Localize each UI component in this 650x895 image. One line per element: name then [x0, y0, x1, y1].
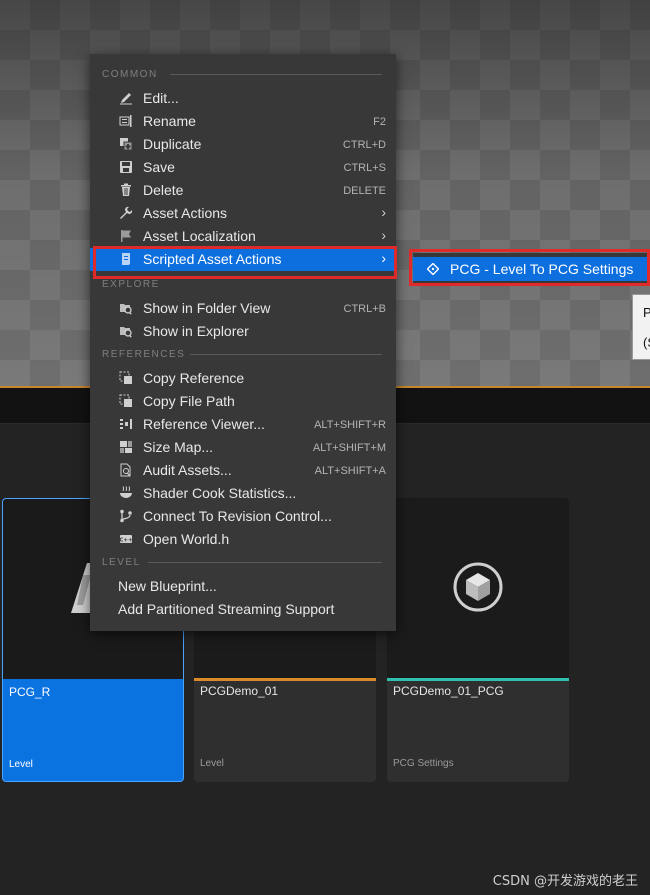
shortcut-label: ALT+SHIFT+M: [312, 442, 386, 454]
menu-item-asset-localization[interactable]: Asset Localization ›: [90, 225, 396, 248]
section-header-references: REFERENCES: [102, 349, 186, 360]
menu-item-label: Save: [143, 159, 175, 175]
annotation-highlight-submenu-item: [409, 249, 650, 286]
asset-thumbnail: [387, 498, 569, 678]
menu-item-label: Audit Assets...: [143, 462, 232, 478]
section-header-common: COMMON: [102, 69, 158, 80]
menu-item-label: Size Map...: [143, 439, 214, 455]
section-divider: [190, 354, 382, 355]
menu-item-label: Show in Explorer: [143, 323, 249, 339]
annotation-highlight-menu-item: [93, 246, 397, 279]
menu-item-label: Edit...: [143, 90, 179, 106]
menu-item-label: Add Partitioned Streaming Support: [118, 601, 335, 617]
menu-item-label: Asset Actions: [143, 205, 228, 221]
menu-item-edit[interactable]: Edit...: [90, 87, 396, 110]
copy-path-icon: [119, 394, 132, 407]
menu-item-label: Reference Viewer...: [143, 416, 265, 432]
menu-item-open-world-h[interactable]: C++ Open World.h: [90, 528, 396, 551]
watermark: CSDN @开发游戏的老王: [492, 874, 638, 889]
menu-item-duplicate[interactable]: Duplicate CTRL+D: [90, 133, 396, 156]
asset-name: PCG_R: [9, 685, 51, 699]
menu-item-delete[interactable]: Delete DELETE: [90, 179, 396, 202]
shortcut-label: CTRL+B: [343, 303, 387, 315]
flag-icon: [121, 230, 131, 242]
shortcut-label: ALT+SHIFT+A: [314, 465, 386, 477]
menu-item-label: Copy File Path: [143, 393, 235, 409]
section-divider: [170, 74, 382, 75]
menu-item-label: Copy Reference: [143, 370, 245, 386]
menu-item-label: Asset Localization: [143, 228, 256, 244]
size-map-icon: [120, 441, 132, 453]
wrench-icon: [120, 206, 133, 219]
menu-item-label: Shader Cook Statistics...: [143, 485, 297, 501]
section-divider: [148, 562, 382, 563]
asset-context-menu: COMMON Edit... Rename F2 Duplicate CTRL+…: [90, 54, 396, 631]
folder-search-icon: [120, 304, 132, 315]
shader-icon: [120, 486, 132, 498]
audit-icon: [120, 463, 131, 477]
menu-item-connect-revision-control[interactable]: Connect To Revision Control...: [90, 505, 396, 528]
asset-type: Level: [9, 759, 33, 770]
menu-item-size-map[interactable]: Size Map... ALT+SHIFT+M: [90, 436, 396, 459]
menu-item-shader-cook-statistics[interactable]: Shader Cook Statistics...: [90, 482, 396, 505]
asset-type-color-bar: [194, 678, 376, 681]
chevron-right-icon: ›: [381, 227, 386, 243]
chevron-right-icon: ›: [381, 204, 386, 220]
menu-item-add-partitioned-streaming-support[interactable]: Add Partitioned Streaming Support: [90, 598, 396, 621]
section-header-level: LEVEL: [102, 557, 141, 568]
menu-item-audit-assets[interactable]: Audit Assets... ALT+SHIFT+A: [90, 459, 396, 482]
folder-search-icon: [120, 327, 132, 338]
menu-item-label: New Blueprint...: [118, 578, 217, 594]
menu-item-label: Rename: [143, 113, 196, 129]
tooltip-text: (S: [643, 335, 650, 350]
menu-item-asset-actions[interactable]: Asset Actions ›: [90, 202, 396, 225]
menu-item-copy-file-path[interactable]: Copy File Path: [90, 390, 396, 413]
cpp-file-icon: C++: [119, 535, 133, 544]
svg-text:C++: C++: [119, 538, 133, 544]
menu-item-copy-reference[interactable]: Copy Reference: [90, 367, 396, 390]
tooltip: P (S: [632, 294, 650, 360]
menu-item-save[interactable]: Save CTRL+S: [90, 156, 396, 179]
asset-tile-pcgdemo-01-pcg[interactable]: PCGDemo_01_PCG PCG Settings: [387, 498, 569, 782]
menu-item-reference-viewer[interactable]: Reference Viewer... ALT+SHIFT+R: [90, 413, 396, 436]
menu-item-show-in-folder-view[interactable]: Show in Folder View CTRL+B: [90, 297, 396, 320]
menu-item-label: Connect To Revision Control...: [143, 508, 332, 524]
menu-item-rename[interactable]: Rename F2: [90, 110, 396, 133]
asset-type: Level: [200, 758, 224, 769]
asset-type: PCG Settings: [393, 758, 454, 769]
shortcut-label: F2: [373, 116, 386, 128]
pcg-cube-icon: [453, 562, 503, 612]
menu-item-new-blueprint[interactable]: New Blueprint...: [90, 575, 396, 598]
reference-viewer-icon: [120, 419, 132, 429]
menu-item-show-in-explorer[interactable]: Show in Explorer: [90, 320, 396, 343]
section-header-explore: EXPLORE: [102, 279, 160, 290]
asset-name: PCGDemo_01_PCG: [393, 684, 504, 698]
menu-item-label: Delete: [143, 182, 184, 198]
revision-control-icon: [120, 509, 132, 523]
shortcut-label: DELETE: [343, 185, 386, 197]
trash-icon: [121, 183, 131, 196]
menu-item-label: Open World.h: [143, 531, 230, 547]
asset-name: PCGDemo_01: [200, 684, 279, 698]
duplicate-icon: [120, 138, 133, 151]
shortcut-label: CTRL+S: [343, 162, 387, 174]
save-icon: [120, 161, 132, 173]
rename-icon: [119, 115, 132, 127]
tooltip-text: P: [643, 305, 650, 320]
asset-type-color-bar: [387, 678, 569, 681]
menu-item-label: Duplicate: [143, 136, 202, 152]
shortcut-label: CTRL+D: [342, 139, 386, 151]
copy-reference-icon: [119, 371, 132, 384]
pencil-icon: [120, 93, 132, 105]
shortcut-label: ALT+SHIFT+R: [314, 419, 386, 431]
menu-item-label: Show in Folder View: [143, 300, 271, 316]
